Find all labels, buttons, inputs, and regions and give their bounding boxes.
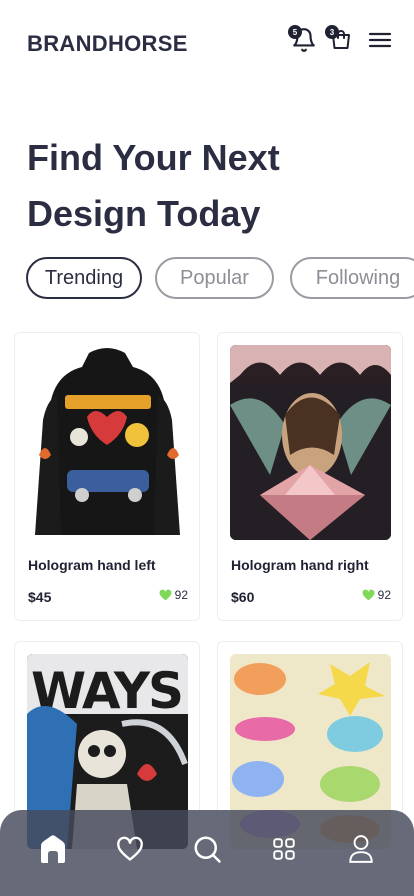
grid-icon	[273, 838, 295, 860]
screen: BRANDHORSE 5 3 Find Your Next Design Tod…	[0, 0, 414, 896]
nav-categories[interactable]	[264, 829, 304, 869]
home-icon	[40, 835, 65, 863]
cart-badge: 3	[325, 25, 339, 39]
likes-counter[interactable]: 92	[159, 588, 188, 602]
product-price: $60	[231, 589, 255, 605]
product-card[interactable]: Hologram hand left $45 92	[14, 332, 200, 621]
user-icon	[349, 835, 374, 863]
product-image-hoodie	[27, 345, 188, 540]
product-card[interactable]: Hologram hand right $60 92	[217, 332, 403, 621]
search-icon	[194, 836, 221, 863]
nav-favorites[interactable]	[110, 829, 150, 869]
top-bar: BRANDHORSE 5 3	[0, 0, 414, 84]
heart-filled-icon	[159, 589, 172, 601]
heart-icon	[116, 836, 143, 861]
cart-button[interactable]: 3	[325, 25, 355, 54]
nav-search[interactable]	[187, 829, 227, 869]
notifications-button[interactable]: 5	[288, 25, 318, 54]
menu-button[interactable]	[366, 26, 394, 54]
notifications-badge: 5	[288, 25, 302, 39]
likes-count: 92	[377, 588, 391, 602]
heart-filled-icon	[362, 589, 375, 601]
likes-counter[interactable]: 92	[362, 588, 391, 602]
page-title: Find Your Next Design Today	[27, 130, 387, 242]
tab-popular[interactable]: Popular	[155, 257, 274, 299]
brand-logo[interactable]: BRANDHORSE	[27, 31, 188, 57]
tab-following[interactable]: Following	[290, 257, 414, 299]
tab-trending[interactable]: Trending	[26, 257, 142, 299]
bottom-navigation	[0, 810, 414, 896]
product-image-crystal-angel	[230, 345, 391, 540]
product-name: Hologram hand left	[28, 557, 156, 573]
product-price: $45	[28, 589, 52, 605]
page-title-line-2: Design Today	[27, 193, 261, 234]
nav-profile[interactable]	[341, 829, 381, 869]
page-title-line-1: Find Your Next	[27, 137, 280, 178]
product-name: Hologram hand right	[231, 557, 369, 573]
filter-tabs: Trending Popular Following	[26, 257, 414, 300]
hamburger-menu-icon	[368, 32, 392, 48]
likes-count: 92	[174, 588, 188, 602]
nav-home[interactable]	[33, 829, 73, 869]
